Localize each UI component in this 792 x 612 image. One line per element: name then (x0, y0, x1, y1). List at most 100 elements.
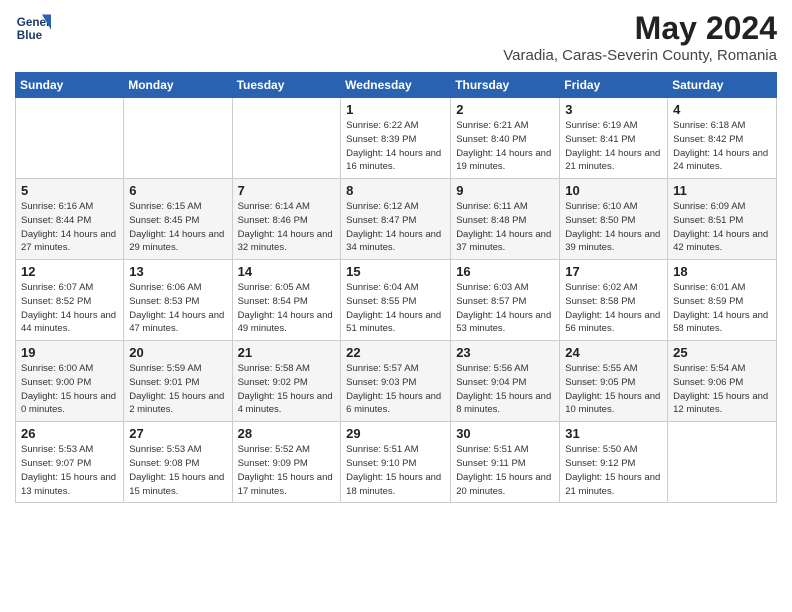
day-cell: 20 Sunrise: 5:59 AM Sunset: 9:01 PM Dayli… (124, 341, 232, 422)
week-row-5: 26 Sunrise: 5:53 AM Sunset: 9:07 PM Dayli… (16, 422, 777, 503)
day-number: 17 (565, 264, 662, 279)
day-info: Sunrise: 6:19 AM Sunset: 8:41 PM Dayligh… (565, 119, 662, 174)
day-number: 30 (456, 426, 554, 441)
day-cell: 29 Sunrise: 5:51 AM Sunset: 9:10 PM Dayli… (341, 422, 451, 503)
day-info: Sunrise: 5:51 AM Sunset: 9:11 PM Dayligh… (456, 443, 554, 498)
header: General Blue May 2024 Varadia, Caras-Sev… (15, 10, 777, 64)
day-info: Sunrise: 6:06 AM Sunset: 8:53 PM Dayligh… (129, 281, 226, 336)
day-cell: 7 Sunrise: 6:14 AM Sunset: 8:46 PM Daylig… (232, 179, 341, 260)
weekday-header-wednesday: Wednesday (341, 73, 451, 98)
day-number: 16 (456, 264, 554, 279)
day-info: Sunrise: 5:53 AM Sunset: 9:08 PM Dayligh… (129, 443, 226, 498)
weekday-header-thursday: Thursday (451, 73, 560, 98)
main-title: May 2024 (503, 10, 777, 47)
sub-title: Varadia, Caras-Severin County, Romania (503, 47, 777, 64)
day-cell: 16 Sunrise: 6:03 AM Sunset: 8:57 PM Dayli… (451, 260, 560, 341)
day-cell: 9 Sunrise: 6:11 AM Sunset: 8:48 PM Daylig… (451, 179, 560, 260)
day-number: 13 (129, 264, 226, 279)
day-number: 9 (456, 183, 554, 198)
day-cell: 30 Sunrise: 5:51 AM Sunset: 9:11 PM Dayli… (451, 422, 560, 503)
calendar-table: SundayMondayTuesdayWednesdayThursdayFrid… (15, 72, 777, 503)
day-info: Sunrise: 5:56 AM Sunset: 9:04 PM Dayligh… (456, 362, 554, 417)
day-info: Sunrise: 6:05 AM Sunset: 8:54 PM Dayligh… (238, 281, 336, 336)
day-number: 10 (565, 183, 662, 198)
day-cell: 12Sunrise: 6:07 AM Sunset: 8:52 PM Dayli… (16, 260, 124, 341)
weekday-header-monday: Monday (124, 73, 232, 98)
day-number: 11 (673, 183, 771, 198)
day-number: 23 (456, 345, 554, 360)
day-number: 4 (673, 102, 771, 117)
day-info: Sunrise: 5:57 AM Sunset: 9:03 PM Dayligh… (346, 362, 445, 417)
day-info: Sunrise: 6:12 AM Sunset: 8:47 PM Dayligh… (346, 200, 445, 255)
week-row-1: 1Sunrise: 6:22 AM Sunset: 8:39 PM Daylig… (16, 98, 777, 179)
weekday-header-sunday: Sunday (16, 73, 124, 98)
day-number: 21 (238, 345, 336, 360)
day-number: 3 (565, 102, 662, 117)
day-number: 24 (565, 345, 662, 360)
week-row-4: 19 Sunrise: 6:00 AM Sunset: 9:00 PM Dayli… (16, 341, 777, 422)
day-info: Sunrise: 6:10 AM Sunset: 8:50 PM Dayligh… (565, 200, 662, 255)
day-number: 19 (21, 345, 118, 360)
day-cell: 31 Sunrise: 5:50 AM Sunset: 9:12 PM Dayli… (560, 422, 668, 503)
day-info: Sunrise: 6:01 AM Sunset: 8:59 PM Dayligh… (673, 281, 771, 336)
page: General Blue May 2024 Varadia, Caras-Sev… (0, 0, 792, 612)
day-info: Sunrise: 6:02 AM Sunset: 8:58 PM Dayligh… (565, 281, 662, 336)
day-cell: 19 Sunrise: 6:00 AM Sunset: 9:00 PM Dayli… (16, 341, 124, 422)
day-cell (16, 98, 124, 179)
day-cell: 8 Sunrise: 6:12 AM Sunset: 8:47 PM Daylig… (341, 179, 451, 260)
day-number: 1 (346, 102, 445, 117)
day-cell: 6 Sunrise: 6:15 AM Sunset: 8:45 PM Daylig… (124, 179, 232, 260)
logo-icon: General Blue (15, 10, 51, 46)
day-cell: 4 Sunrise: 6:18 AM Sunset: 8:42 PM Daylig… (668, 98, 777, 179)
day-cell (668, 422, 777, 503)
day-info: Sunrise: 5:53 AM Sunset: 9:07 PM Dayligh… (21, 443, 118, 498)
title-block: May 2024 Varadia, Caras-Severin County, … (503, 10, 777, 64)
day-info: Sunrise: 6:03 AM Sunset: 8:57 PM Dayligh… (456, 281, 554, 336)
day-number: 14 (238, 264, 336, 279)
day-info: Sunrise: 6:16 AM Sunset: 8:44 PM Dayligh… (21, 200, 118, 255)
day-cell: 14 Sunrise: 6:05 AM Sunset: 8:54 PM Dayli… (232, 260, 341, 341)
day-cell (124, 98, 232, 179)
day-cell (232, 98, 341, 179)
day-info: Sunrise: 6:18 AM Sunset: 8:42 PM Dayligh… (673, 119, 771, 174)
day-cell: 13 Sunrise: 6:06 AM Sunset: 8:53 PM Dayli… (124, 260, 232, 341)
day-info: Sunrise: 6:15 AM Sunset: 8:45 PM Dayligh… (129, 200, 226, 255)
day-cell: 5 Sunrise: 6:16 AM Sunset: 8:44 PM Daylig… (16, 179, 124, 260)
weekday-header-row: SundayMondayTuesdayWednesdayThursdayFrid… (16, 73, 777, 98)
day-number: 27 (129, 426, 226, 441)
day-cell: 11Sunrise: 6:09 AM Sunset: 8:51 PM Dayli… (668, 179, 777, 260)
day-info: Sunrise: 5:51 AM Sunset: 9:10 PM Dayligh… (346, 443, 445, 498)
svg-text:Blue: Blue (17, 29, 43, 42)
day-number: 26 (21, 426, 118, 441)
day-info: Sunrise: 5:52 AM Sunset: 9:09 PM Dayligh… (238, 443, 336, 498)
day-info: Sunrise: 5:59 AM Sunset: 9:01 PM Dayligh… (129, 362, 226, 417)
day-number: 8 (346, 183, 445, 198)
day-cell: 21 Sunrise: 5:58 AM Sunset: 9:02 PM Dayli… (232, 341, 341, 422)
day-info: Sunrise: 5:58 AM Sunset: 9:02 PM Dayligh… (238, 362, 336, 417)
day-cell: 18Sunrise: 6:01 AM Sunset: 8:59 PM Dayli… (668, 260, 777, 341)
day-info: Sunrise: 6:14 AM Sunset: 8:46 PM Dayligh… (238, 200, 336, 255)
day-number: 31 (565, 426, 662, 441)
weekday-header-saturday: Saturday (668, 73, 777, 98)
day-cell: 23 Sunrise: 5:56 AM Sunset: 9:04 PM Dayli… (451, 341, 560, 422)
day-number: 6 (129, 183, 226, 198)
day-info: Sunrise: 6:11 AM Sunset: 8:48 PM Dayligh… (456, 200, 554, 255)
day-number: 7 (238, 183, 336, 198)
day-info: Sunrise: 6:21 AM Sunset: 8:40 PM Dayligh… (456, 119, 554, 174)
weekday-header-tuesday: Tuesday (232, 73, 341, 98)
day-info: Sunrise: 5:50 AM Sunset: 9:12 PM Dayligh… (565, 443, 662, 498)
day-number: 22 (346, 345, 445, 360)
day-number: 20 (129, 345, 226, 360)
day-cell: 15Sunrise: 6:04 AM Sunset: 8:55 PM Dayli… (341, 260, 451, 341)
day-number: 12 (21, 264, 118, 279)
day-cell: 2 Sunrise: 6:21 AM Sunset: 8:40 PM Daylig… (451, 98, 560, 179)
day-number: 15 (346, 264, 445, 279)
day-info: Sunrise: 6:00 AM Sunset: 9:00 PM Dayligh… (21, 362, 118, 417)
day-number: 28 (238, 426, 336, 441)
day-number: 2 (456, 102, 554, 117)
day-number: 29 (346, 426, 445, 441)
day-info: Sunrise: 5:54 AM Sunset: 9:06 PM Dayligh… (673, 362, 771, 417)
day-cell: 10 Sunrise: 6:10 AM Sunset: 8:50 PM Dayli… (560, 179, 668, 260)
day-number: 5 (21, 183, 118, 198)
day-cell: 27 Sunrise: 5:53 AM Sunset: 9:08 PM Dayli… (124, 422, 232, 503)
